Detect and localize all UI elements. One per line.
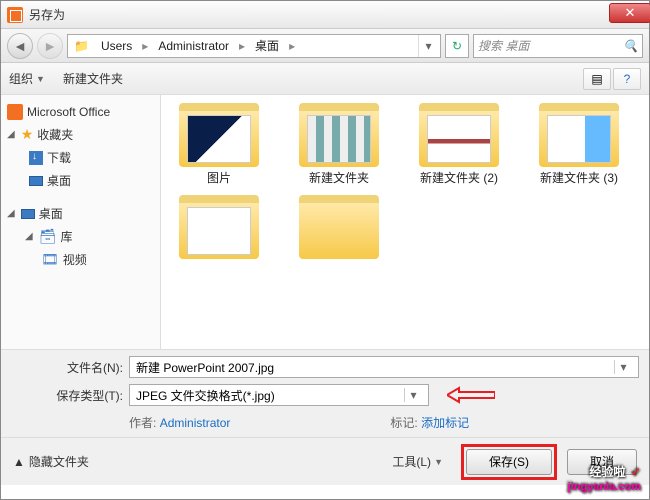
back-button[interactable]: ◄	[7, 33, 33, 59]
chevron-up-icon: ▲	[13, 455, 25, 469]
folder-icon	[539, 103, 619, 167]
breadcrumb-dropdown[interactable]: ▾	[418, 35, 438, 57]
chevron-down-icon[interactable]: ▾	[404, 388, 422, 402]
view-mode-button[interactable]: ▤	[583, 68, 611, 90]
app-icon	[7, 7, 23, 23]
desktop-icon	[21, 209, 35, 219]
navigation-bar: ◄ ► 📁 Users ▸ Administrator ▸ 桌面 ▸ ▾ ↻ 搜…	[1, 29, 649, 63]
folder-icon	[179, 103, 259, 167]
folder-item[interactable]: 新建文件夹	[289, 103, 389, 187]
tag-label: 标记:	[390, 416, 417, 430]
crumb-root-icon[interactable]: 📁	[70, 35, 93, 57]
chevron-right-icon: ▸	[140, 39, 150, 53]
crumb-users[interactable]: Users	[93, 35, 140, 57]
folder-item[interactable]: 图片	[169, 103, 269, 187]
toolbar: 组织 ▼ 新建文件夹 ▤ ?	[1, 63, 649, 95]
sidebar-item-downloads[interactable]: 下载	[5, 146, 156, 169]
sidebar-item-videos[interactable]: 🎞 视频	[5, 248, 156, 271]
sidebar-favorites[interactable]: ◢ ★ 收藏夹	[5, 123, 156, 146]
save-as-dialog: 另存为 ✕ ◄ ► 📁 Users ▸ Administrator ▸ 桌面 ▸…	[0, 0, 650, 500]
form-area: 文件名(N): 新建 PowerPoint 2007.jpg ▾ 保存类型(T)…	[1, 349, 649, 437]
titlebar[interactable]: 另存为 ✕	[1, 1, 649, 29]
author-value[interactable]: Administrator	[160, 416, 231, 430]
close-button[interactable]: ✕	[609, 3, 650, 23]
search-placeholder: 搜索 桌面	[478, 37, 529, 54]
folder-icon	[419, 103, 499, 167]
chevron-down-icon: ▼	[36, 74, 45, 84]
folder-item[interactable]: 新建文件夹 (3)	[529, 103, 629, 187]
sidebar: Microsoft Office ◢ ★ 收藏夹 下载 桌面	[1, 95, 161, 349]
star-icon: ★	[21, 126, 34, 143]
sidebar-item-desktop[interactable]: 桌面	[5, 169, 156, 192]
desktop-icon	[29, 176, 43, 186]
sidebar-desktop-group[interactable]: ◢ 桌面	[5, 202, 156, 225]
author-label: 作者:	[129, 416, 156, 430]
save-button[interactable]: 保存(S)	[466, 449, 552, 475]
folder-icon	[179, 195, 259, 259]
hide-folders-button[interactable]: ▲ 隐藏文件夹	[13, 453, 89, 470]
folder-icon	[299, 103, 379, 167]
expand-icon: ◢	[25, 231, 33, 242]
file-pane[interactable]: 图片 新建文件夹 新建文件夹 (2) 新建文件夹 (3)	[161, 95, 649, 349]
watermark: 经验啦 ✓ jingyanla.com	[568, 459, 641, 493]
folder-item[interactable]	[289, 195, 389, 263]
filetype-select[interactable]: JPEG 文件交换格式(*.jpg) ▾	[129, 384, 429, 406]
filetype-label: 保存类型(T):	[11, 387, 123, 404]
chevron-down-icon: ▼	[434, 457, 443, 467]
library-icon: 🗃	[39, 228, 57, 245]
annotation-highlight: 保存(S)	[461, 444, 557, 480]
folder-icon	[299, 195, 379, 259]
window-title: 另存为	[29, 6, 643, 23]
folder-item[interactable]	[169, 195, 269, 263]
sidebar-item-msoffice[interactable]: Microsoft Office	[5, 101, 156, 123]
chevron-right-icon: ▸	[287, 39, 297, 53]
refresh-button[interactable]: ↻	[445, 34, 469, 58]
filename-input[interactable]: 新建 PowerPoint 2007.jpg ▾	[129, 356, 639, 378]
annotation-arrow	[447, 386, 495, 404]
filename-label: 文件名(N):	[11, 359, 123, 376]
folder-item[interactable]: 新建文件夹 (2)	[409, 103, 509, 187]
crumb-admin[interactable]: Administrator	[150, 35, 237, 57]
tools-button[interactable]: 工具(L) ▼	[384, 449, 451, 474]
sidebar-item-library[interactable]: ◢ 🗃 库	[5, 225, 156, 248]
crumb-desktop[interactable]: 桌面	[247, 35, 287, 57]
forward-button[interactable]: ►	[37, 33, 63, 59]
office-icon	[7, 104, 23, 120]
search-icon: 🔍	[623, 39, 638, 53]
video-icon: 🎞	[41, 251, 59, 268]
chevron-down-icon[interactable]: ▾	[614, 360, 632, 374]
help-button[interactable]: ?	[613, 68, 641, 90]
organize-button[interactable]: 组织 ▼	[9, 70, 45, 87]
breadcrumb[interactable]: 📁 Users ▸ Administrator ▸ 桌面 ▸ ▾	[67, 34, 441, 58]
expand-icon: ◢	[7, 208, 15, 219]
download-icon	[29, 151, 43, 165]
new-folder-button[interactable]: 新建文件夹	[63, 70, 123, 87]
chevron-right-icon: ▸	[237, 39, 247, 53]
footer: ▲ 隐藏文件夹 工具(L) ▼ 保存(S) 取消	[1, 437, 649, 485]
tag-value[interactable]: 添加标记	[421, 416, 469, 430]
search-input[interactable]: 搜索 桌面 🔍	[473, 34, 643, 58]
expand-icon: ◢	[7, 129, 15, 140]
